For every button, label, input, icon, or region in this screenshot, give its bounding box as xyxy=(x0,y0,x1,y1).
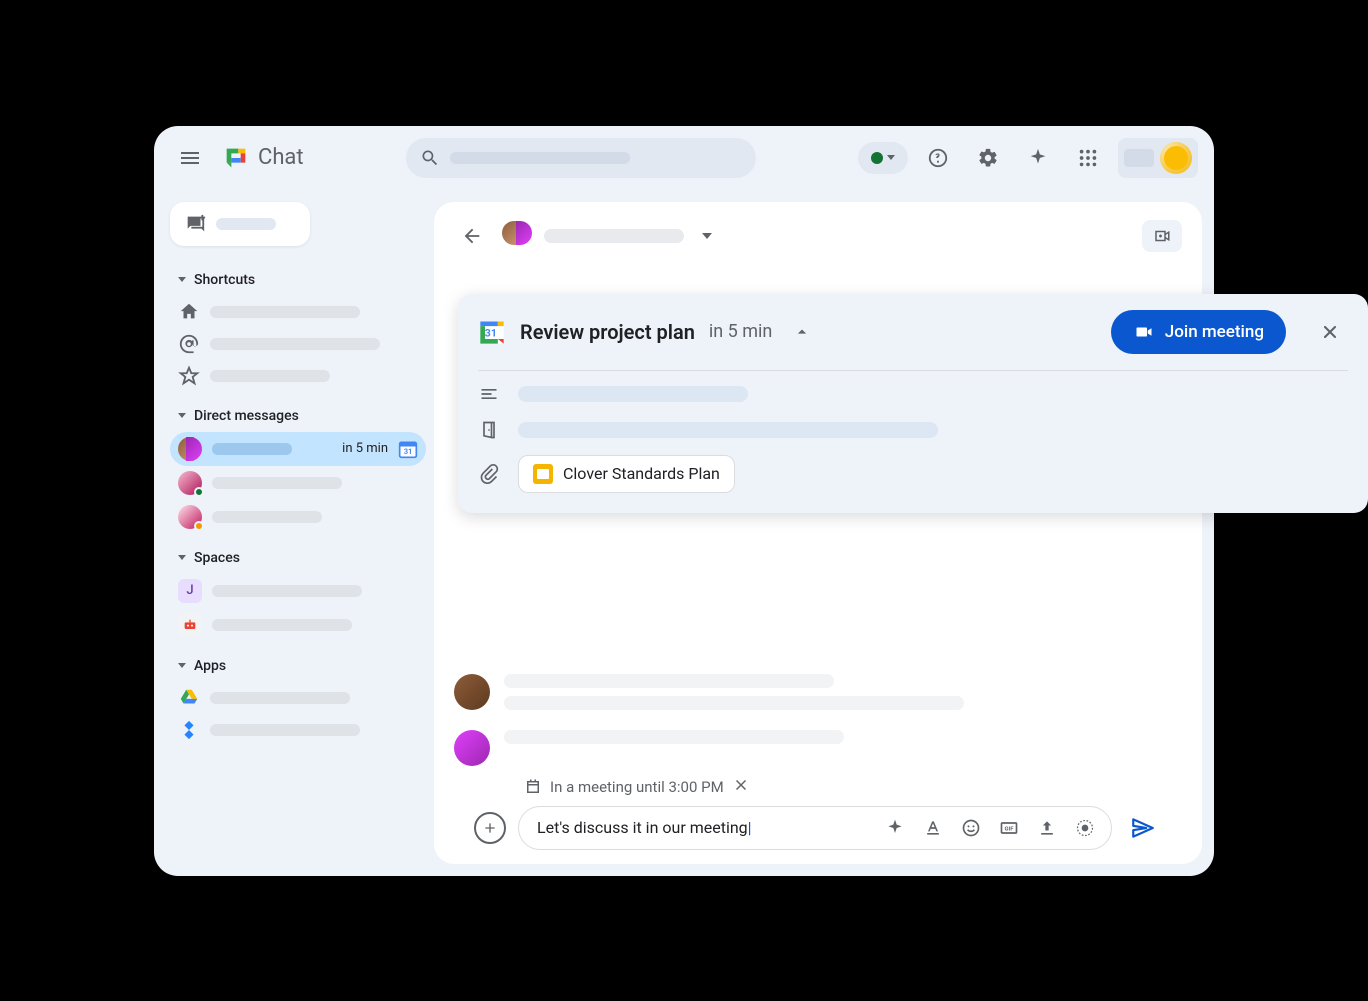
video-call-button[interactable] xyxy=(1142,220,1182,252)
apps-header[interactable]: Apps xyxy=(170,650,426,682)
caret-down-icon xyxy=(178,555,186,560)
calendar-icon xyxy=(524,778,542,796)
main-menu-button[interactable] xyxy=(170,138,210,178)
attachment-icon xyxy=(478,463,500,485)
dm-item[interactable] xyxy=(170,466,426,500)
account-switcher[interactable] xyxy=(1118,138,1198,178)
help-button[interactable] xyxy=(918,138,958,178)
upload-icon[interactable] xyxy=(1031,812,1063,844)
chat-logo-icon xyxy=(222,144,250,172)
meeting-banner-body: Clover Standards Plan xyxy=(458,371,1368,513)
message xyxy=(454,730,1182,766)
search-box[interactable] xyxy=(406,138,756,178)
calendar-icon: 31 xyxy=(398,439,418,459)
message-input-pill[interactable]: Let's discuss it in our meeting GIF xyxy=(518,806,1112,850)
svg-text:31: 31 xyxy=(404,447,413,456)
caret-down-icon xyxy=(178,413,186,418)
message-input[interactable]: Let's discuss it in our meeting xyxy=(537,818,873,837)
event-title: Review project plan xyxy=(520,320,695,344)
event-attachment-row: Clover Standards Plan xyxy=(478,455,1348,493)
svg-text:GIF: GIF xyxy=(1005,826,1015,832)
event-time: in 5 min xyxy=(709,321,772,342)
user-avatar xyxy=(454,674,490,710)
dm-item[interactable] xyxy=(170,500,426,534)
sparkle-icon[interactable] xyxy=(879,812,911,844)
meeting-banner-header: 31 Review project plan in 5 min Join mee… xyxy=(458,294,1368,370)
compose-area: In a meeting until 3:00 PM Let's discuss… xyxy=(454,776,1182,850)
sidebar: Shortcuts Direct messages xyxy=(154,190,434,876)
caret-down-icon xyxy=(178,277,186,282)
space-item[interactable] xyxy=(170,608,426,642)
dm-time-label: in 5 min xyxy=(342,441,388,456)
spaces-header[interactable]: Spaces xyxy=(170,542,426,574)
active-status-dot xyxy=(871,152,883,164)
chat-avatar xyxy=(502,221,532,251)
app-title: Chat xyxy=(258,145,304,170)
search-placeholder xyxy=(450,152,630,164)
drive-icon xyxy=(178,687,200,709)
jira-icon xyxy=(178,719,200,741)
ai-sparkle-button[interactable] xyxy=(1018,138,1058,178)
caret-down-icon xyxy=(178,663,186,668)
new-chat-button[interactable] xyxy=(170,202,310,246)
svg-text:31: 31 xyxy=(485,326,497,339)
dm-item-selected[interactable]: in 5 min 31 xyxy=(170,432,426,466)
slides-icon xyxy=(533,464,553,484)
new-chat-icon xyxy=(184,213,206,235)
record-icon[interactable] xyxy=(1069,812,1101,844)
room-icon xyxy=(478,419,500,441)
chevron-down-icon xyxy=(887,155,895,160)
user-avatar xyxy=(178,505,202,529)
shortcut-home[interactable] xyxy=(170,296,426,328)
shortcut-mentions[interactable] xyxy=(170,328,426,360)
space-item[interactable]: J xyxy=(170,574,426,608)
compose-row: Let's discuss it in our meeting GIF xyxy=(474,806,1162,850)
status-pill[interactable] xyxy=(858,142,908,174)
event-location-row xyxy=(478,419,1348,441)
join-meeting-button[interactable]: Join meeting xyxy=(1111,310,1286,354)
event-description-row xyxy=(478,383,1348,405)
meeting-banner: 31 Review project plan in 5 min Join mee… xyxy=(458,294,1368,513)
topbar: Chat xyxy=(154,126,1214,190)
space-avatar: J xyxy=(178,579,202,603)
attachment-chip[interactable]: Clover Standards Plan xyxy=(518,455,735,493)
app-item-drive[interactable] xyxy=(170,682,426,714)
bot-avatar xyxy=(178,613,202,637)
chat-title xyxy=(544,229,684,243)
meeting-status-chip: In a meeting until 3:00 PM xyxy=(524,776,750,798)
settings-button[interactable] xyxy=(968,138,1008,178)
text-format-icon[interactable] xyxy=(917,812,949,844)
add-attachment-button[interactable] xyxy=(474,812,506,844)
gif-icon[interactable]: GIF xyxy=(993,812,1025,844)
user-avatar xyxy=(178,471,202,495)
topbar-right xyxy=(858,138,1198,178)
message xyxy=(454,674,1182,710)
chat-header xyxy=(454,216,1182,256)
message-list xyxy=(454,546,1182,776)
search-icon xyxy=(420,148,440,168)
notes-icon xyxy=(478,383,500,405)
send-button[interactable] xyxy=(1124,809,1162,847)
main-panel: In a meeting until 3:00 PM Let's discuss… xyxy=(434,190,1214,876)
home-icon xyxy=(178,301,200,323)
app-logo: Chat xyxy=(222,144,304,172)
group-avatar xyxy=(178,437,202,461)
star-icon xyxy=(178,365,200,387)
direct-messages-header[interactable]: Direct messages xyxy=(170,400,426,432)
dismiss-status-button[interactable] xyxy=(732,776,750,798)
back-button[interactable] xyxy=(454,218,490,254)
close-banner-button[interactable] xyxy=(1312,314,1348,350)
video-icon xyxy=(1133,323,1155,341)
shortcuts-header[interactable]: Shortcuts xyxy=(170,264,426,296)
user-avatar xyxy=(454,730,490,766)
at-icon xyxy=(178,333,200,355)
shortcut-starred[interactable] xyxy=(170,360,426,392)
app-item-jira[interactable] xyxy=(170,714,426,746)
chevron-down-icon[interactable] xyxy=(702,233,712,239)
apps-launcher-button[interactable] xyxy=(1068,138,1108,178)
emoji-icon[interactable] xyxy=(955,812,987,844)
calendar-icon: 31 xyxy=(478,318,506,346)
collapse-button[interactable] xyxy=(786,316,818,348)
account-avatar xyxy=(1160,142,1192,174)
